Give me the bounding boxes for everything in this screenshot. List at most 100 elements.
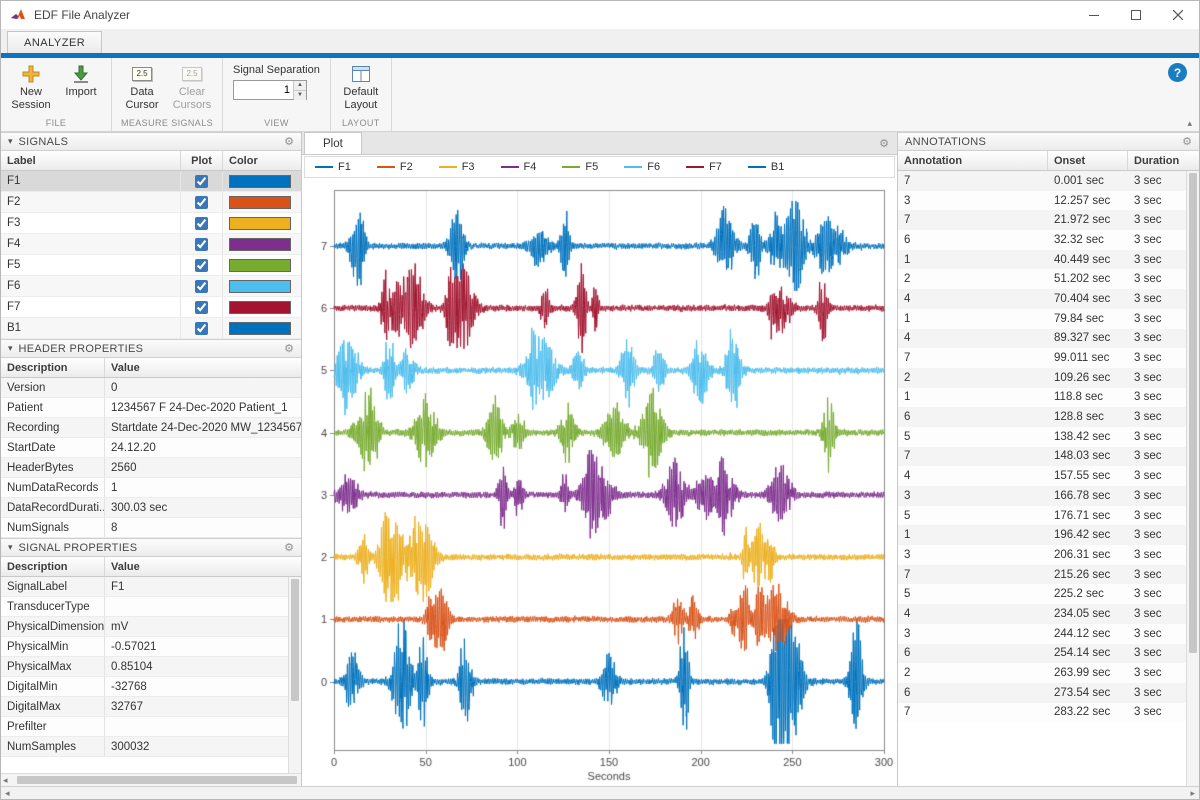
scrollbar-thumb[interactable] — [17, 776, 297, 784]
collapse-arrow-icon[interactable]: ▾ — [8, 343, 13, 354]
gear-icon[interactable]: ⚙ — [284, 135, 294, 148]
plot-checkbox[interactable] — [195, 196, 208, 209]
scrollbar-thumb[interactable] — [291, 579, 299, 701]
color-swatch[interactable] — [229, 217, 291, 230]
gear-icon[interactable]: ⚙ — [1182, 135, 1192, 148]
table-row[interactable]: 5138.42 sec3 sec — [898, 427, 1186, 447]
spin-up-button[interactable]: ▲ — [294, 81, 306, 91]
signal-separation-input[interactable] — [234, 81, 293, 99]
status-left-arrow-icon[interactable]: ◂ — [5, 788, 10, 799]
legend-item[interactable]: F3 — [439, 161, 475, 173]
plot-checkbox[interactable] — [195, 322, 208, 335]
plot-checkbox[interactable] — [195, 175, 208, 188]
color-swatch[interactable] — [229, 280, 291, 293]
color-swatch[interactable] — [229, 301, 291, 314]
table-row[interactable]: F4 — [1, 234, 301, 255]
legend-item[interactable]: F5 — [562, 161, 598, 173]
table-row[interactable]: F6 — [1, 276, 301, 297]
table-row[interactable]: 1196.42 sec3 sec — [898, 525, 1186, 545]
color-swatch[interactable] — [229, 196, 291, 209]
legend-item[interactable]: F2 — [377, 161, 413, 173]
plot-checkbox[interactable] — [195, 217, 208, 230]
gear-icon[interactable]: ⚙ — [284, 541, 294, 554]
column-header-plot[interactable]: Plot — [181, 151, 223, 170]
collapse-arrow-icon[interactable]: ▾ — [8, 542, 13, 553]
table-row[interactable]: F3 — [1, 213, 301, 234]
table-row[interactable]: 799.011 sec3 sec — [898, 348, 1186, 368]
table-row[interactable]: F5 — [1, 255, 301, 276]
signal-properties-panel-header[interactable]: ▾ SIGNAL PROPERTIES ⚙ — [1, 538, 301, 557]
scroll-left-icon[interactable]: ◂ — [3, 774, 8, 786]
table-row[interactable]: 2263.99 sec3 sec — [898, 663, 1186, 683]
annotations-scrollbar[interactable] — [1186, 171, 1199, 786]
close-button[interactable] — [1157, 1, 1199, 29]
maximize-button[interactable] — [1115, 1, 1157, 29]
table-row[interactable]: 1118.8 sec3 sec — [898, 388, 1186, 408]
table-row[interactable]: F2 — [1, 192, 301, 213]
legend-item[interactable]: F4 — [501, 161, 537, 173]
table-row[interactable]: 7215.26 sec3 sec — [898, 565, 1186, 585]
column-header-duration[interactable]: Duration — [1128, 151, 1199, 170]
status-right-arrow-icon[interactable]: ▸ — [1190, 788, 1195, 799]
table-row[interactable]: 3206.31 sec3 sec — [898, 545, 1186, 565]
table-row[interactable]: 70.001 sec3 sec — [898, 171, 1186, 191]
plot-checkbox[interactable] — [195, 301, 208, 314]
legend-item[interactable]: F7 — [686, 161, 722, 173]
spin-down-button[interactable]: ▼ — [294, 91, 306, 100]
plot-canvas[interactable] — [302, 178, 897, 786]
table-row[interactable]: 721.972 sec3 sec — [898, 210, 1186, 230]
color-swatch[interactable] — [229, 175, 291, 188]
column-header-label[interactable]: Label — [1, 151, 181, 170]
table-row[interactable]: 5176.71 sec3 sec — [898, 506, 1186, 526]
column-header-annotation[interactable]: Annotation — [898, 151, 1048, 170]
column-header-description[interactable]: Description — [1, 557, 105, 576]
new-session-button[interactable]: New Session — [7, 62, 55, 111]
table-row[interactable]: 470.404 sec3 sec — [898, 289, 1186, 309]
table-row[interactable]: 489.327 sec3 sec — [898, 329, 1186, 349]
column-header-color[interactable]: Color — [223, 151, 301, 170]
table-row[interactable]: F1 — [1, 171, 301, 192]
gear-icon[interactable]: ⚙ — [879, 137, 889, 150]
legend-item[interactable]: F1 — [315, 161, 351, 173]
table-row[interactable]: 6128.8 sec3 sec — [898, 407, 1186, 427]
toolstrip-collapse-icon[interactable]: ▴ — [1187, 118, 1192, 129]
data-cursor-button[interactable]: 2.5 Data Cursor — [118, 62, 166, 111]
collapse-arrow-icon[interactable]: ▾ — [8, 136, 13, 147]
signals-panel-header[interactable]: ▾ SIGNALS ⚙ — [1, 132, 301, 151]
table-row[interactable]: 3244.12 sec3 sec — [898, 624, 1186, 644]
table-row[interactable]: 179.84 sec3 sec — [898, 309, 1186, 329]
plot-checkbox[interactable] — [195, 238, 208, 251]
plot-checkbox[interactable] — [195, 259, 208, 272]
minimize-button[interactable] — [1073, 1, 1115, 29]
import-button[interactable]: Import — [57, 62, 105, 99]
table-row[interactable]: 4234.05 sec3 sec — [898, 604, 1186, 624]
gear-icon[interactable]: ⚙ — [284, 342, 294, 355]
help-button[interactable]: ? — [1168, 63, 1187, 82]
table-row[interactable]: 6254.14 sec3 sec — [898, 644, 1186, 664]
column-header-value[interactable]: Value — [105, 358, 301, 377]
signal-properties-scrollbar[interactable] — [288, 577, 301, 773]
column-header-onset[interactable]: Onset — [1048, 151, 1128, 170]
plot-checkbox[interactable] — [195, 280, 208, 293]
left-panel-hscrollbar[interactable]: ◂ — [1, 773, 301, 786]
default-layout-button[interactable]: Default Layout — [337, 62, 385, 111]
scrollbar-thumb[interactable] — [1189, 173, 1197, 653]
color-swatch[interactable] — [229, 259, 291, 272]
legend-item[interactable]: B1 — [748, 161, 784, 173]
table-row[interactable]: 7148.03 sec3 sec — [898, 447, 1186, 467]
table-row[interactable]: 5225.2 sec3 sec — [898, 584, 1186, 604]
annotations-panel-header[interactable]: ANNOTATIONS ⚙ — [898, 132, 1199, 151]
table-row[interactable]: 140.449 sec3 sec — [898, 250, 1186, 270]
table-row[interactable]: F7 — [1, 297, 301, 318]
table-row[interactable]: 2109.26 sec3 sec — [898, 368, 1186, 388]
color-swatch[interactable] — [229, 322, 291, 335]
table-row[interactable]: 312.257 sec3 sec — [898, 191, 1186, 211]
column-header-value[interactable]: Value — [105, 557, 301, 576]
header-properties-panel-header[interactable]: ▾ HEADER PROPERTIES ⚙ — [1, 339, 301, 358]
color-swatch[interactable] — [229, 238, 291, 251]
table-row[interactable]: 632.32 sec3 sec — [898, 230, 1186, 250]
table-row[interactable]: 7283.22 sec3 sec — [898, 703, 1186, 723]
legend-item[interactable]: F6 — [624, 161, 660, 173]
column-header-description[interactable]: Description — [1, 358, 105, 377]
table-row[interactable]: 6273.54 sec3 sec — [898, 683, 1186, 703]
